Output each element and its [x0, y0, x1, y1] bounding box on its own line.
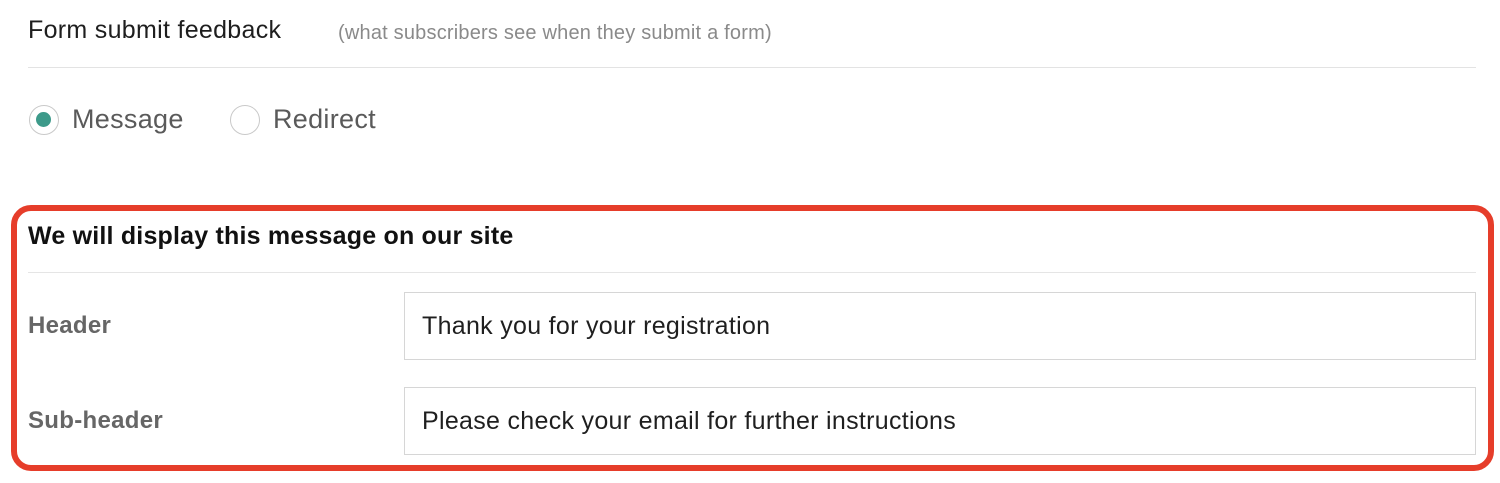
header-field-label: Header: [28, 312, 112, 339]
sub-header-input[interactable]: [404, 387, 1476, 455]
radio-label-redirect: Redirect: [273, 104, 376, 134]
section-hint: (what subscribers see when they submit a…: [338, 22, 772, 44]
form-submit-feedback-header: Form submit feedback (what subscribers s…: [28, 14, 1476, 68]
radio-option-redirect[interactable]: Redirect: [229, 100, 399, 144]
radio-dot: [36, 112, 51, 127]
radio-unchecked-icon[interactable]: [230, 105, 260, 135]
sub-header-field-label: Sub-header: [28, 407, 164, 434]
header-input[interactable]: [404, 292, 1476, 360]
divider: [28, 272, 1476, 273]
radio-option-message[interactable]: Message: [28, 100, 198, 144]
radio-checked-icon[interactable]: [29, 105, 59, 135]
section-title: Form submit feedback: [28, 16, 282, 44]
feedback-type-radio-group: Message Redirect: [28, 100, 528, 144]
radio-label-message: Message: [72, 104, 184, 134]
message-panel-title: We will display this message on our site: [28, 222, 514, 250]
